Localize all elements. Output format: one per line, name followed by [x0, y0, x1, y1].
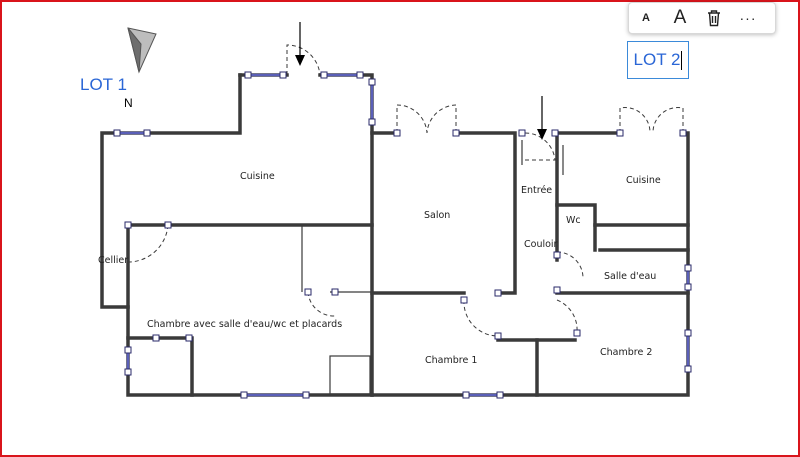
entry-arrow-icon [295, 22, 547, 140]
room-label-cuisine-lot1: Cuisine [240, 171, 275, 182]
lot1-walls [100, 73, 374, 397]
lot2-text-box[interactable]: LOT 2 [627, 41, 689, 79]
room-label-couloir: Couloir [524, 239, 558, 250]
delete-button[interactable] [697, 3, 731, 33]
north-label: N [124, 96, 133, 110]
lot1-label: LOT 1 [80, 75, 127, 94]
text-format-toolbar: A A ··· [628, 2, 776, 34]
increase-font-button[interactable]: A [663, 3, 697, 33]
north-arrow-icon [127, 27, 157, 74]
room-label-entree: Entrée [521, 185, 552, 196]
room-label-salle-deau: Salle d'eau [604, 271, 656, 282]
more-options-button[interactable]: ··· [731, 3, 765, 33]
room-label-wc: Wc [566, 215, 581, 226]
text-caret [681, 50, 683, 70]
room-label-chambre1: Chambre 1 [425, 355, 477, 366]
room-label-cellier: Cellier [98, 255, 128, 266]
room-label-chambre2: Chambre 2 [600, 347, 652, 358]
room-label-cuisine-lot2: Cuisine [626, 175, 661, 186]
decrease-font-button[interactable]: A [629, 3, 663, 33]
room-label-chambre-suite: Chambre avec salle d'eau/wc et placards [147, 319, 342, 330]
trash-icon [708, 10, 720, 27]
lot2-label[interactable]: LOT 2 [634, 50, 681, 70]
room-label-salon: Salon [424, 210, 450, 221]
